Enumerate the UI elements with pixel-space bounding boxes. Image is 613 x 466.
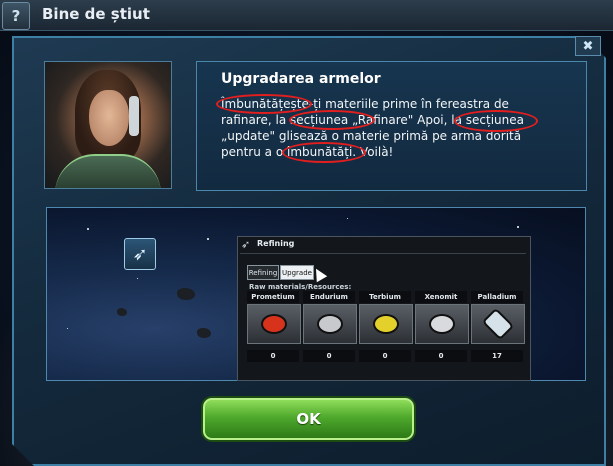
highlight-section-refine <box>289 110 375 130</box>
tip-heading: Upgradarea armelor <box>221 71 381 87</box>
ok-button[interactable]: OK <box>203 398 414 440</box>
tab-refining[interactable]: Refining <box>247 265 279 280</box>
resource-endurium[interactable]: Endurium 0 <box>303 291 357 366</box>
pilot-portrait <box>44 61 172 189</box>
tab-upgrade[interactable]: Upgrade <box>280 265 314 280</box>
prometium-icon <box>247 304 301 344</box>
close-button[interactable]: ✖ <box>575 36 601 56</box>
terbium-icon <box>359 304 413 344</box>
resource-xenomit[interactable]: Xenomit 0 <box>415 291 469 366</box>
title-bar: ? Bine de știut <box>0 0 613 31</box>
resource-prometium[interactable]: Prometium 0 <box>247 291 301 366</box>
resource-palladium[interactable]: Palladium 17 <box>471 291 525 366</box>
refining-title: Refining <box>257 239 295 248</box>
endurium-icon <box>303 304 357 344</box>
highlight-upgrade <box>282 142 366 163</box>
resources-label: Raw materials/Resources: <box>249 283 352 291</box>
highlight-improve <box>216 94 312 114</box>
refining-separator <box>240 253 526 254</box>
help-button[interactable]: ? <box>2 2 30 30</box>
resource-terbium[interactable]: Terbium 0 <box>359 291 413 366</box>
window-title: Bine de știut <box>42 5 150 23</box>
refining-title-icon: ➶ <box>241 238 251 251</box>
highlight-section-update <box>454 110 538 132</box>
refine-icon: ➶ <box>124 238 156 270</box>
xenomit-icon <box>415 304 469 344</box>
palladium-icon <box>471 304 525 344</box>
